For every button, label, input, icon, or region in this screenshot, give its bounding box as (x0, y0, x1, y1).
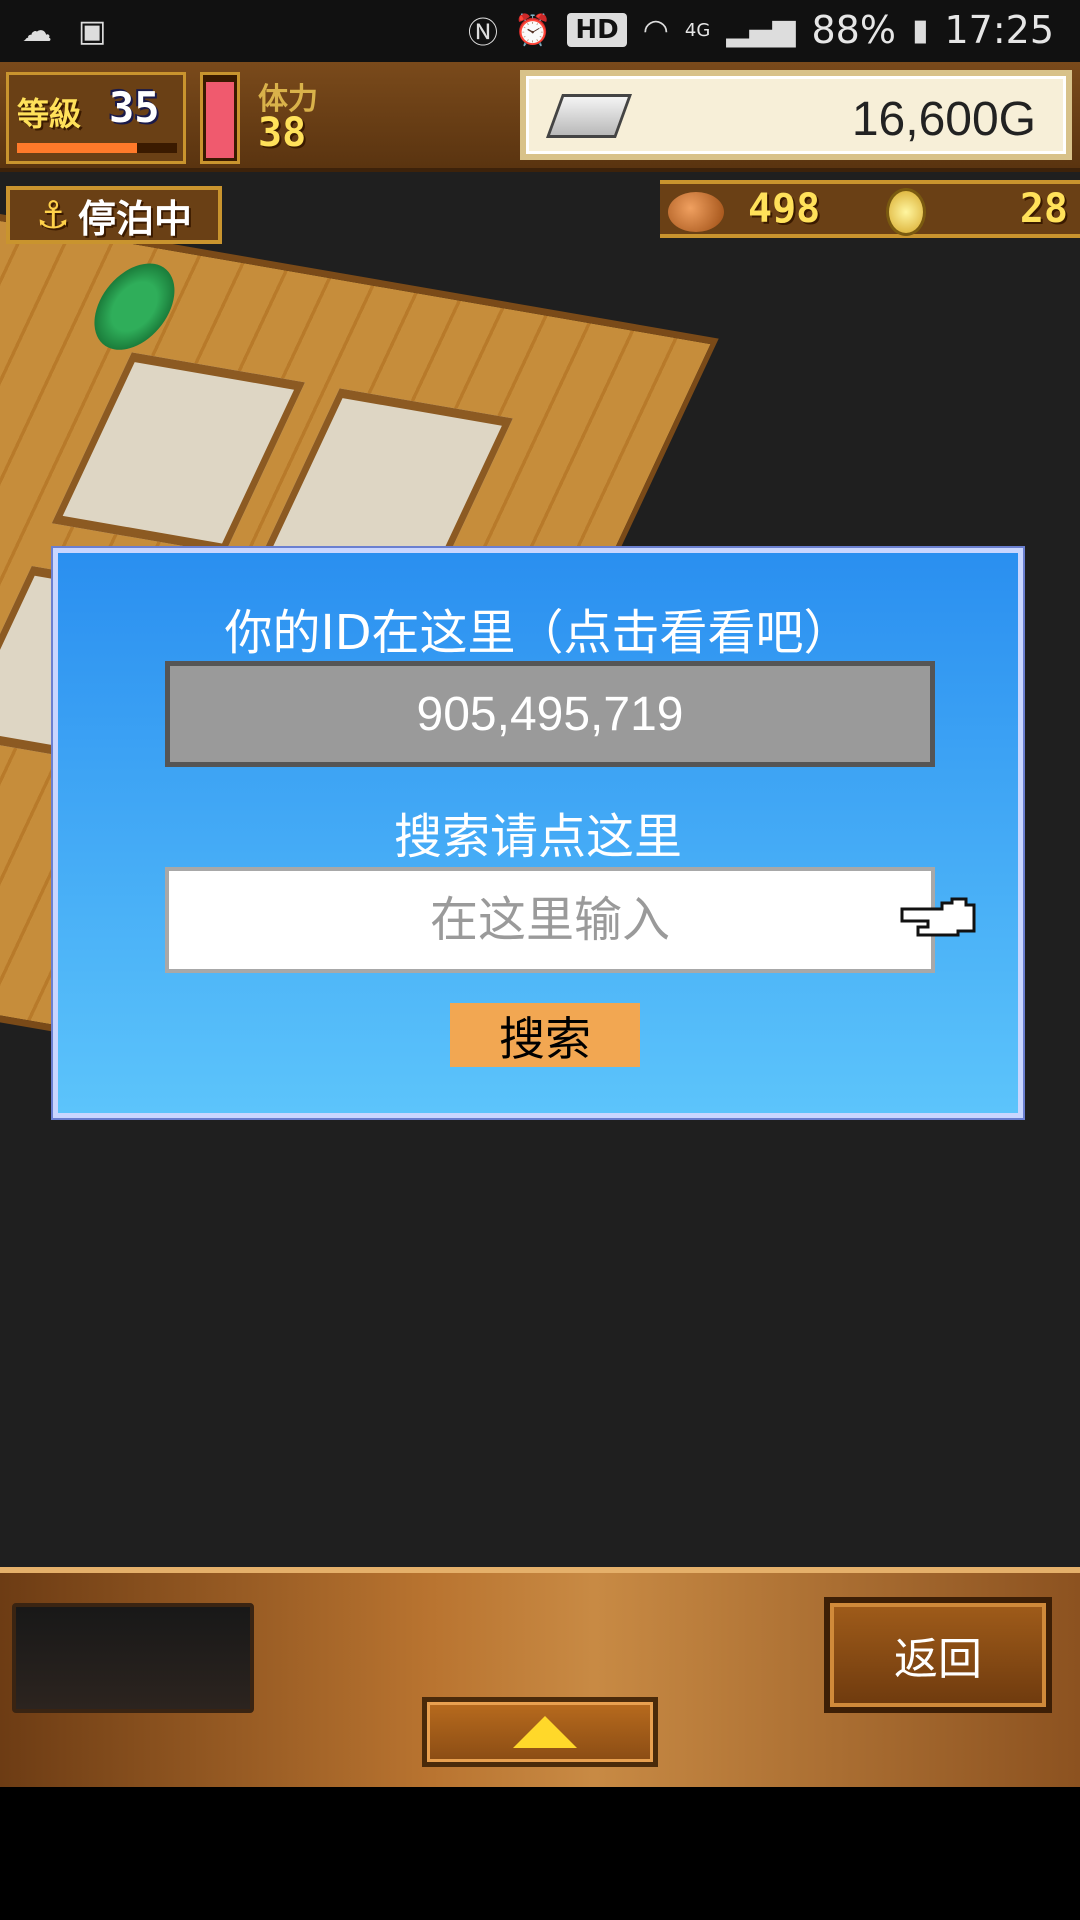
status-bar: ☁ ▣ Ⓝ ⏰ HD ◠ 4G ▂▄▆ 88% ▮ 17:25 (0, 0, 1080, 62)
level-progress-fill (17, 143, 137, 153)
bottom-panel: 返回 (0, 1567, 1080, 1787)
battery-percent: 88% (811, 8, 896, 52)
status-right: Ⓝ ⏰ HD ◠ 4G ▂▄▆ 88% ▮ 17:25 (468, 8, 1054, 52)
player-id-display[interactable]: 905,495,719 (165, 661, 935, 767)
level-progress-bar (17, 143, 177, 153)
up-arrow-icon (513, 1716, 577, 1748)
wifi-icon: ◠ (642, 12, 669, 48)
level-box: 等級 35 (6, 72, 186, 164)
back-button[interactable]: 返回 (824, 1597, 1052, 1713)
level-value: 35 (109, 83, 160, 132)
coin-icon (886, 188, 926, 236)
docked-status-badge[interactable]: ⚓ 停泊中 (6, 186, 222, 244)
clock: 17:25 (944, 8, 1054, 52)
coin-value: 28 (1019, 186, 1068, 232)
gold-value: 16,600G (851, 93, 1036, 146)
network-type: 4G (684, 19, 711, 41)
search-caption: 搜索请点这里 (393, 809, 682, 865)
anchor-icon: ⚓ (35, 193, 71, 237)
gold-box: 16,600G (520, 70, 1072, 160)
empty-slot (12, 1603, 254, 1713)
food-value: 498 (748, 186, 821, 232)
food-icon (668, 192, 724, 232)
friend-search-dialog: 你的ID在这里（点击看看吧） 905,495,719 搜索请点这里 搜索 (53, 548, 1023, 1118)
hd-badge: HD (567, 13, 627, 47)
resource-bar: 498 28 (660, 180, 1080, 238)
silver-bar-icon (545, 94, 633, 138)
search-input[interactable] (165, 867, 935, 973)
id-caption: 你的ID在这里（点击看看吧） (224, 605, 852, 661)
navigation-area (0, 1787, 1080, 1920)
stamina-value: 38 (258, 110, 307, 156)
status-left: ☁ ▣ (22, 14, 106, 49)
battery-icon: ▮ (911, 12, 929, 48)
stamina-gauge-fill (206, 82, 234, 158)
image-icon: ▣ (78, 14, 107, 49)
expand-menu-button[interactable] (422, 1697, 658, 1767)
search-button[interactable]: 搜索 (450, 1003, 640, 1067)
alarm-icon: ⏰ (513, 12, 552, 48)
stamina-gauge (200, 72, 240, 164)
pointing-hand-icon (900, 897, 976, 937)
signal-icon: ▂▄▆ (726, 12, 796, 48)
hud-top-bar: 等級 35 体力 38 16,600G (0, 62, 1080, 172)
cloud-icon: ☁ (22, 14, 52, 49)
level-label: 等級 (17, 95, 82, 133)
nfc-icon: Ⓝ (467, 16, 498, 51)
docked-label: 停泊中 (78, 196, 193, 241)
